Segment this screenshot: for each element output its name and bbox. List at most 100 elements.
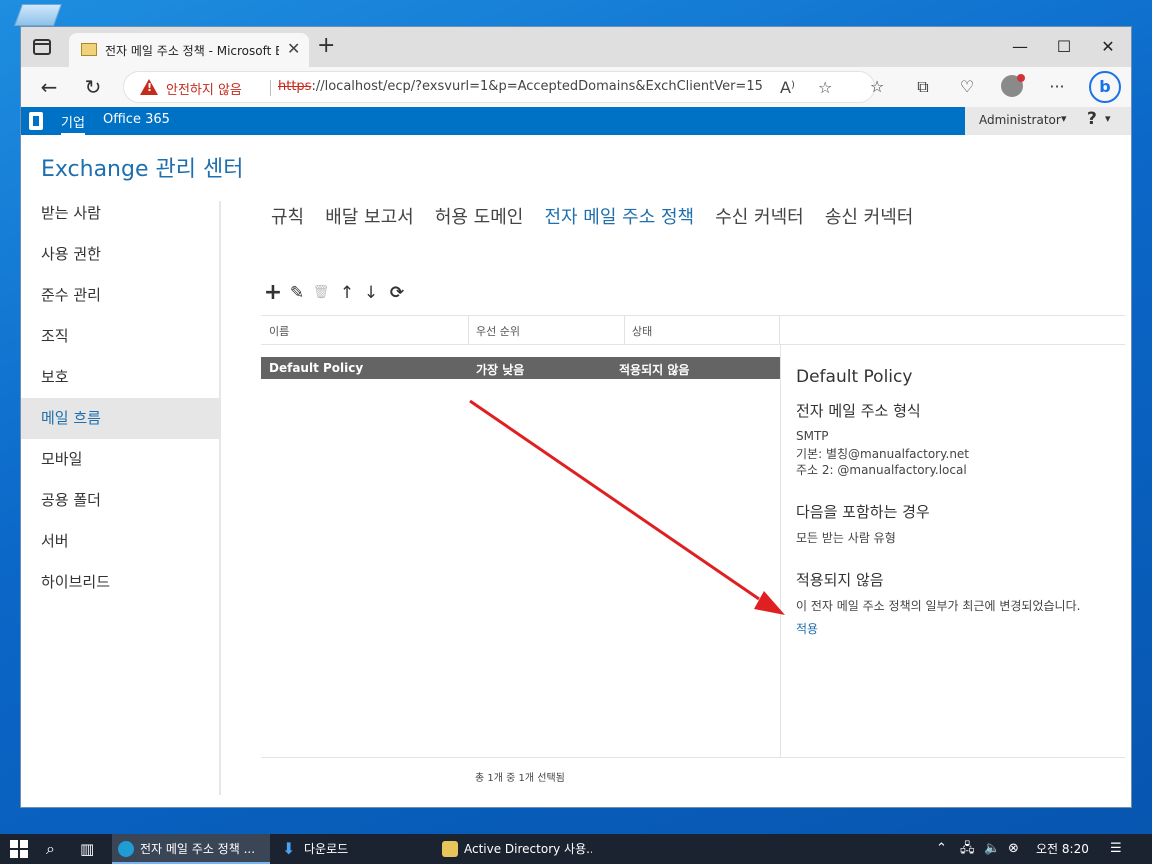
new-tab-button[interactable]: + [317,35,335,57]
refresh-icon[interactable]: ↻ [79,73,107,101]
exchange-favicon-icon [81,43,97,56]
nav-item-permissions[interactable]: 사용 권한 [21,234,219,275]
move-up-arrow-icon[interactable]: ↑ [337,283,357,303]
nav-item-hybrid[interactable]: 하이브리드 [21,562,219,603]
nav-item-public-folders[interactable]: 공용 폴더 [21,480,219,521]
collections-icon[interactable]: ⧉ [909,73,937,101]
enterprise-link[interactable]: 기업 [61,112,85,135]
column-header-status[interactable]: 상태 [632,323,652,339]
maximize-button[interactable]: ☐ [1041,33,1087,61]
tab-delivery-reports[interactable]: 배달 보고서 [325,203,414,229]
office-logo-icon[interactable] [29,112,43,130]
download-arrow-icon: ⬇ [282,839,296,858]
selection-status: 총 1개 중 1개 선택됨 [475,773,565,784]
grid-header: 이름 우선 순위 상태 [261,315,1125,345]
add-icon[interactable]: + [263,282,283,304]
nav-item-servers[interactable]: 서버 [21,521,219,562]
taskbar-app-edge[interactable]: 전자 메일 주소 정책 ... [112,834,270,864]
nav-divider [219,201,221,795]
minimize-button[interactable]: — [997,33,1043,61]
bing-chat-icon[interactable]: b [1089,71,1121,103]
notification-x-icon[interactable]: ⊗ [1008,834,1019,864]
taskbar-app-label: Active Directory 사용... [464,842,592,856]
browser-essentials-icon[interactable]: ♡ [953,73,981,101]
tab-title: 전자 메일 주소 정책 - Microsoft Exchange [105,44,279,58]
windows-start-icon[interactable] [10,840,28,858]
user-menu[interactable]: Administrator ▾ ? ▾ [965,107,1131,135]
task-view-icon[interactable]: ▥ [80,834,94,864]
url-path: ://localhost/ecp/?exsvurl=1&p=AcceptedDo… [311,79,763,94]
edge-icon [118,841,134,857]
office-suite-bar: 기업 Office 365 Administrator ▾ ? ▾ [21,107,1131,135]
detail-title: Default Policy [796,367,913,387]
security-warning-label[interactable]: 안전하지 않음 [166,79,242,98]
tab-close-icon[interactable]: ✕ [287,39,300,58]
grid-bottom-line [261,757,1125,758]
url-scheme: https [278,79,312,94]
column-separator [624,316,625,344]
address-separator [270,80,271,96]
row-status: 적용되지 않음 [619,363,690,377]
nav-item-compliance[interactable]: 준수 관리 [21,275,219,316]
action-center-icon[interactable]: ☰ [1110,834,1122,864]
tab-strip: 전자 메일 주소 정책 - Microsoft Exchange ✕ + — ☐… [21,27,1131,67]
taskbar-app-active-directory[interactable]: Active Directory 사용... [436,834,592,864]
office365-link[interactable]: Office 365 [103,112,170,127]
nav-item-organization[interactable]: 조직 [21,316,219,357]
email-format-secondary: 주소 2: @manualfactory.local [796,463,967,477]
desktop-recycle-bin-icon[interactable] [13,4,63,26]
row-priority: 가장 낮음 [476,363,525,377]
column-header-name[interactable]: 이름 [269,323,289,339]
taskbar-app-downloads[interactable]: ⬇ 다운로드 [276,834,430,864]
clock[interactable]: 오전 8:20 [1036,834,1089,864]
search-icon[interactable]: ⌕ [46,834,55,864]
address-bar[interactable]: 안전하지 않음 https://localhost/ecp/?exsvurl=1… [123,71,875,103]
nav-item-recipients[interactable]: 받는 사람 [21,193,219,234]
apply-link[interactable]: 적용 [796,620,818,637]
email-format-type: SMTP [796,429,829,443]
taskbar-app-label: 전자 메일 주소 정책 ... [140,842,256,856]
column-header-priority[interactable]: 우선 순위 [476,323,520,339]
browser-tab-active[interactable]: 전자 메일 주소 정책 - Microsoft Exchange ✕ [69,33,309,67]
close-window-button[interactable]: ✕ [1085,33,1131,61]
user-name[interactable]: Administrator [979,113,1061,127]
tab-accepted-domains[interactable]: 허용 도메인 [435,203,524,229]
tab-send-connectors[interactable]: 송신 커넥터 [825,203,914,229]
nav-item-protection[interactable]: 보호 [21,357,219,398]
email-format-primary: 기본: 별칭@manualfactory.net [796,447,970,461]
tab-email-address-policies[interactable]: 전자 메일 주소 정책 [544,203,694,229]
url-text[interactable]: https://localhost/ecp/?exsvurl=1&p=Accep… [278,79,763,94]
taskbar-app-label: 다운로드 [304,842,349,856]
help-chevron-down-icon[interactable]: ▾ [1105,112,1111,125]
chevron-up-icon[interactable]: ⌃ [936,834,947,864]
detail-pane-divider [780,345,781,758]
help-icon[interactable]: ? [1087,109,1097,129]
read-aloud-icon[interactable]: A⁾ [780,78,795,97]
warning-triangle-icon[interactable] [140,79,158,95]
move-down-arrow-icon[interactable]: ↓ [361,283,381,303]
delete-trash-icon[interactable]: 🗑 [311,283,331,303]
nav-item-mail-flow[interactable]: 메일 흐름 [21,398,219,439]
refresh-list-icon[interactable]: ⟳ [387,283,407,303]
email-format-heading: 전자 메일 주소 형식 [796,402,921,420]
more-menu-icon[interactable]: ··· [1043,73,1071,101]
row-name: Default Policy [269,361,364,375]
table-row-selected[interactable]: Default Policy 가장 낮음 적용되지 않음 [261,357,780,379]
state-heading: 적용되지 않음 [796,571,884,589]
chevron-down-icon[interactable]: ▾ [1061,112,1067,125]
browser-window: 전자 메일 주소 정책 - Microsoft Exchange ✕ + — ☐… [20,26,1132,808]
tab-actions-icon[interactable] [33,39,51,55]
nav-item-mobile[interactable]: 모바일 [21,439,219,480]
favorites-icon[interactable]: ☆ [863,73,891,101]
network-icon[interactable]: 🖧 [960,834,975,864]
column-separator [468,316,469,344]
browser-toolbar: ← ↻ 안전하지 않음 https://localhost/ecp/?exsvu… [21,67,1131,107]
favorite-star-icon[interactable]: ☆ [818,78,832,97]
tab-rules[interactable]: 규칙 [271,203,304,229]
profile-avatar[interactable] [1001,74,1025,97]
edit-pencil-icon[interactable]: ✎ [287,283,307,303]
volume-icon[interactable]: 🔈 [984,834,1000,864]
tab-receive-connectors[interactable]: 수신 커넥터 [715,203,804,229]
windows-taskbar: ⌕ ▥ 전자 메일 주소 정책 ... ⬇ 다운로드 Active Direct… [0,834,1152,864]
back-arrow-icon[interactable]: ← [35,73,63,101]
